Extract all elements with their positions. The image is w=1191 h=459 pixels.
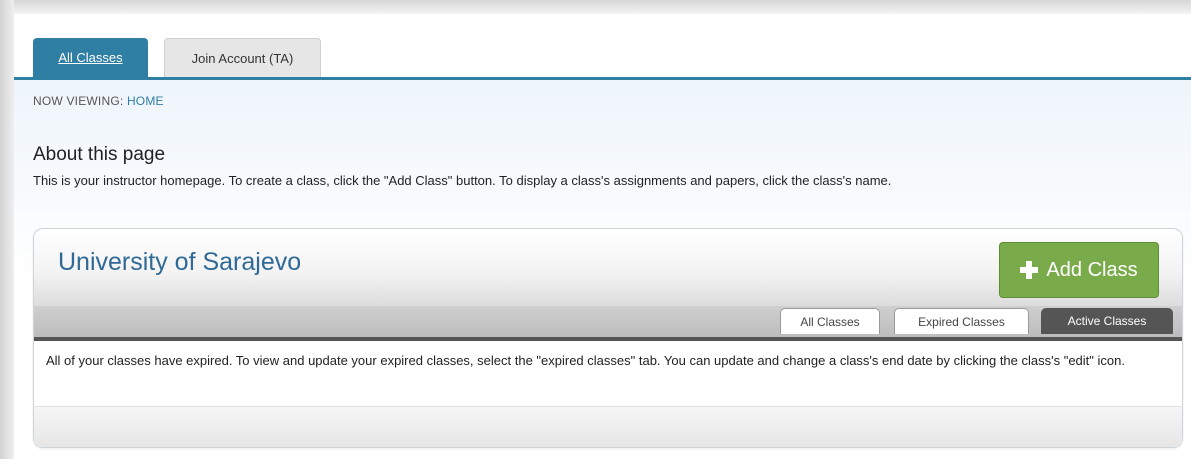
- panel-header: University of Sarajevo Add Class: [34, 229, 1182, 306]
- expired-classes-message: All of your classes have expired. To vie…: [46, 353, 1125, 368]
- breadcrumb-current: HOME: [126, 94, 164, 108]
- subtab-active-classes[interactable]: Active Classes: [1041, 308, 1173, 334]
- top-tab-bar: All Classes Join Account (TA): [14, 14, 1191, 80]
- page: All Classes Join Account (TA) NOW VIEWIN…: [14, 14, 1191, 459]
- plus-icon: [1020, 261, 1039, 279]
- subtab-all-classes[interactable]: All Classes: [780, 308, 880, 334]
- about-text: This is your instructor homepage. To cre…: [33, 173, 892, 188]
- window-frame-left: [0, 0, 14, 459]
- class-filter-tabs: All Classes Expired Classes Active Class…: [34, 306, 1182, 337]
- tab-join-account[interactable]: Join Account (TA): [164, 38, 321, 77]
- breadcrumb-prefix: NOW VIEWING:: [33, 94, 127, 108]
- panel-body: All of your classes have expired. To vie…: [34, 341, 1182, 407]
- about-title: About this page: [33, 144, 166, 165]
- add-class-label: Add Class: [1046, 258, 1138, 281]
- subtab-expired-classes[interactable]: Expired Classes: [894, 308, 1029, 334]
- window-frame-top: [0, 0, 1191, 14]
- class-panel: University of Sarajevo Add Class All Cla…: [33, 228, 1183, 448]
- tab-all-classes[interactable]: All Classes: [33, 38, 148, 77]
- add-class-button[interactable]: Add Class: [999, 242, 1159, 298]
- institution-title: University of Sarajevo: [58, 248, 302, 276]
- panel-footer: [34, 407, 1182, 447]
- main-content: NOW VIEWING: HOME About this page This i…: [14, 80, 1191, 459]
- breadcrumb: NOW VIEWING: HOME: [33, 94, 164, 108]
